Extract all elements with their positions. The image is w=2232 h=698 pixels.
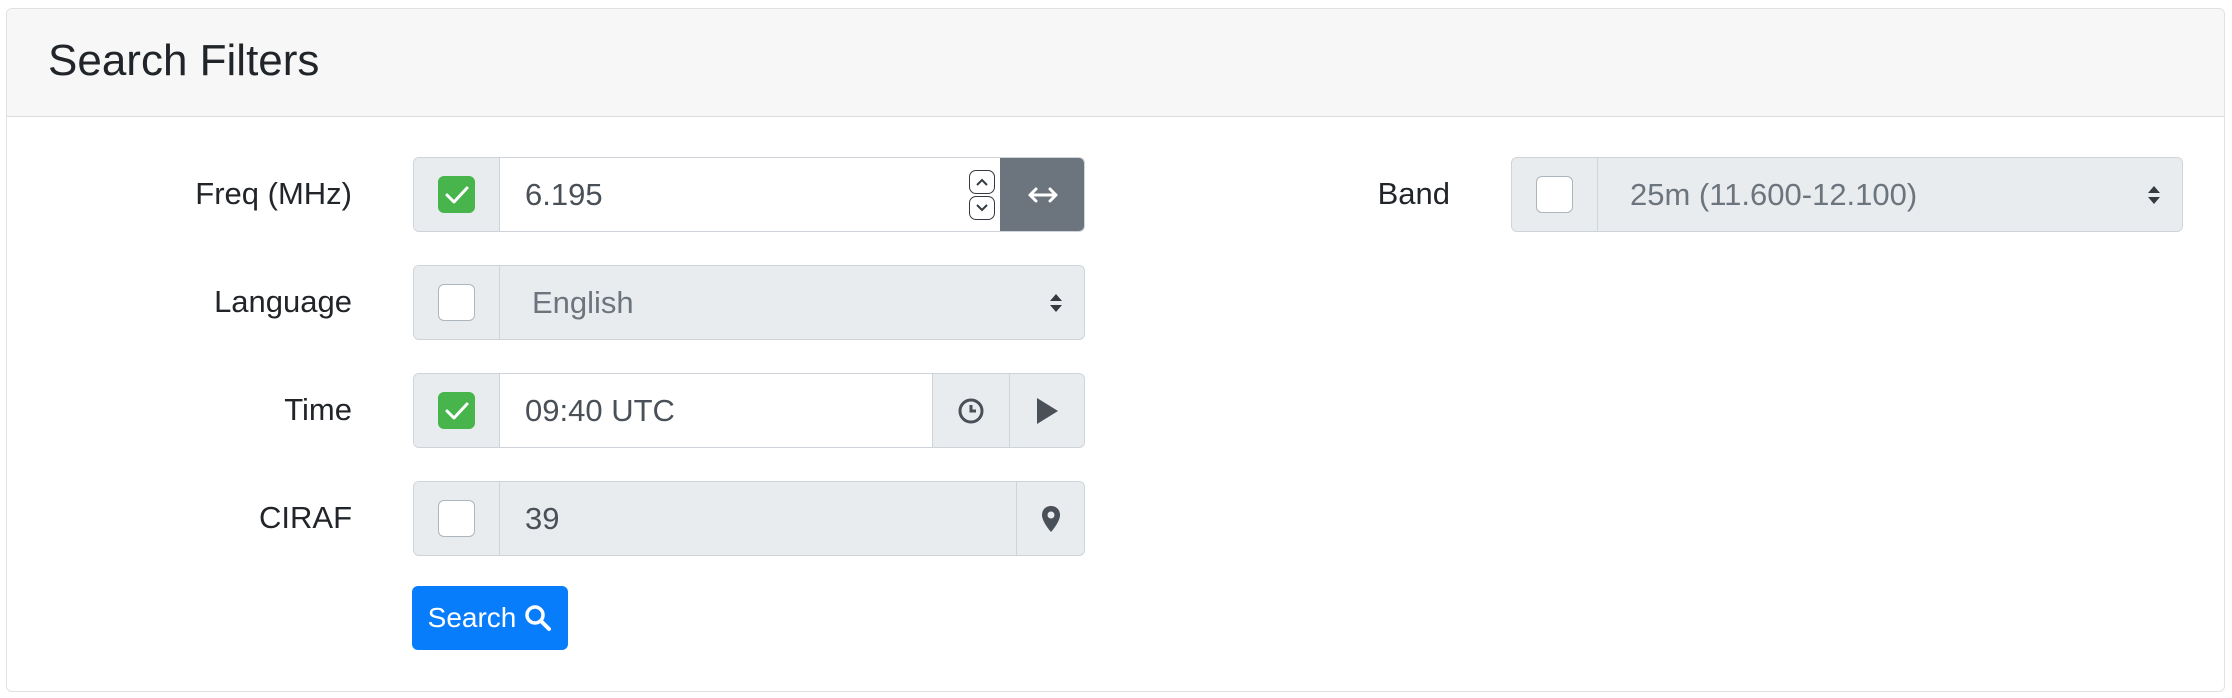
select-arrows-icon <box>1050 294 1062 312</box>
language-input-group: English <box>413 265 1085 340</box>
ciraf-label: CIRAF <box>259 500 352 535</box>
ciraf-input[interactable]: 39 <box>500 482 1016 555</box>
search-button-label: Search <box>427 602 517 633</box>
band-select[interactable]: 25m (11.600-12.100) <box>1598 158 2182 231</box>
freq-spinner[interactable] <box>969 170 995 220</box>
ciraf-input-group: 39 <box>413 481 1085 556</box>
time-label: Time <box>284 392 352 427</box>
freq-input-group: 6.195 <box>413 157 1085 232</box>
swap-arrows-icon <box>1028 187 1057 202</box>
freq-enable-cell[interactable] <box>414 158 500 231</box>
ciraf-enable-cell[interactable] <box>414 482 500 555</box>
language-value: English <box>532 284 634 320</box>
search-button[interactable]: Search <box>412 586 568 650</box>
time-input-group: 09:40 UTC <box>413 373 1085 448</box>
clock-icon <box>958 398 984 423</box>
checkmark-icon <box>445 186 468 203</box>
search-filters-card: Search Filters <box>6 8 2225 692</box>
language-select[interactable]: English <box>500 266 1084 339</box>
language-enable-checkbox[interactable] <box>438 284 475 321</box>
freq-range-toggle-button[interactable] <box>1000 158 1084 231</box>
card-header: Search Filters <box>7 9 2224 117</box>
language-label: Language <box>214 284 352 319</box>
ciraf-enable-checkbox[interactable] <box>438 500 475 537</box>
card-title: Search Filters <box>48 36 320 85</box>
band-label: Band <box>1377 176 1450 211</box>
ciraf-value: 39 <box>525 500 560 536</box>
time-now-button[interactable] <box>932 374 1009 447</box>
freq-input[interactable]: 6.195 <box>500 158 1000 231</box>
time-value: 09:40 UTC <box>525 392 675 428</box>
freq-label: Freq (MHz) <box>195 176 352 211</box>
play-icon <box>1037 397 1058 424</box>
spinner-down-button[interactable] <box>969 196 995 220</box>
ciraf-map-button[interactable] <box>1016 482 1084 555</box>
checkmark-icon <box>445 402 468 419</box>
time-enable-cell[interactable] <box>414 374 500 447</box>
spinner-down-icon <box>976 204 988 212</box>
select-arrows-icon <box>2148 186 2160 204</box>
time-enable-checkbox[interactable] <box>438 392 475 429</box>
time-play-button[interactable] <box>1009 374 1084 447</box>
freq-enable-checkbox[interactable] <box>438 176 475 213</box>
band-value: 25m (11.600-12.100) <box>1630 176 1918 212</box>
freq-value: 6.195 <box>525 176 603 212</box>
band-input-group: 25m (11.600-12.100) <box>1511 157 2183 232</box>
time-input[interactable]: 09:40 UTC <box>500 374 932 447</box>
language-enable-cell[interactable] <box>414 266 500 339</box>
spinner-up-icon <box>976 178 988 186</box>
search-icon <box>525 605 552 631</box>
band-enable-checkbox[interactable] <box>1536 176 1573 213</box>
band-enable-cell[interactable] <box>1512 158 1598 231</box>
map-marker-icon <box>1041 505 1060 532</box>
spinner-up-button[interactable] <box>969 170 995 194</box>
